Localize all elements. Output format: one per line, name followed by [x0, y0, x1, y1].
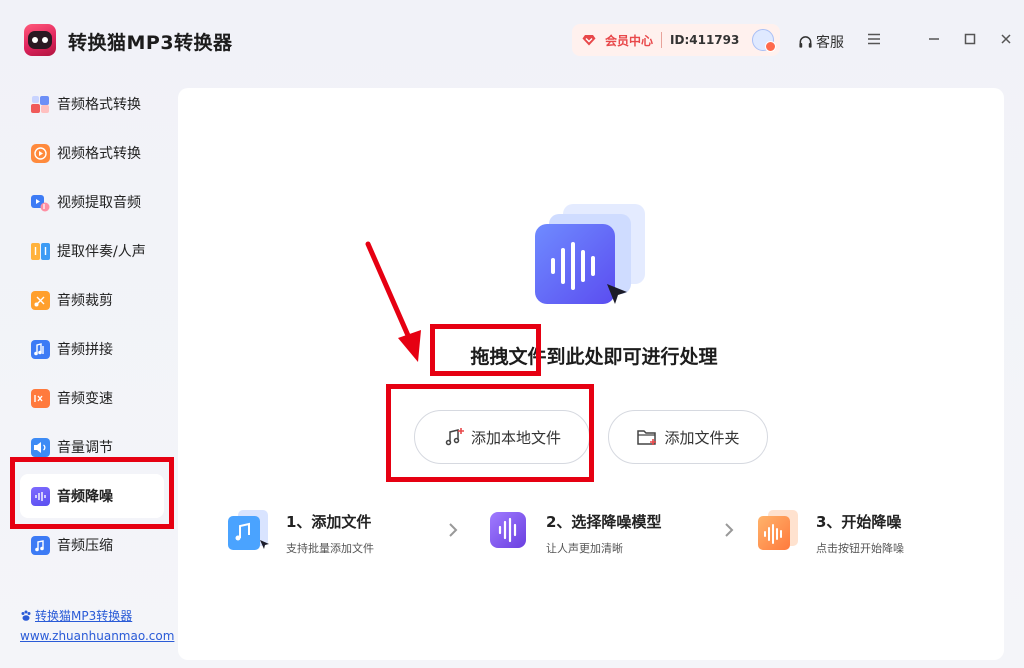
denoise-model-step-icon: [490, 512, 526, 548]
sidebar: 音频格式转换 视频格式转换 视频提取音频 提取伴奏/人声 音频裁剪 音频拼接 音…: [0, 80, 178, 668]
customer-service-button[interactable]: 客服: [798, 32, 844, 52]
audio-format-icon: [31, 95, 50, 114]
title-bar: 转换猫MP3转换器 会员中心 ID:411793 客服: [0, 0, 1024, 80]
app-title: 转换猫MP3转换器: [68, 32, 233, 54]
step-add-file: 1、添加文件 支持批量添加文件: [226, 508, 374, 556]
close-icon[interactable]: [997, 30, 1015, 48]
add-folder-button[interactable]: 添加文件夹: [608, 410, 768, 464]
sidebar-item-audio-join[interactable]: 音频拼接: [20, 327, 164, 371]
brand-link[interactable]: 转换猫MP3转换器: [20, 607, 174, 624]
volume-icon: [31, 437, 50, 457]
drop-zone[interactable]: 拖拽文件到此处即可进行处理 添加本地文件 添加文件夹 1、添加文件 支持批量添加…: [178, 88, 1004, 660]
add-folder-icon: [637, 430, 657, 445]
menu-icon[interactable]: [865, 30, 883, 48]
speed-icon: [31, 388, 50, 408]
sidebar-item-speed[interactable]: 音频变速: [20, 376, 164, 420]
user-id: ID:411793: [670, 33, 740, 47]
minimize-icon[interactable]: [925, 30, 943, 48]
sidebar-item-extract-audio[interactable]: 视频提取音频: [20, 180, 164, 224]
sidebar-item-label: 提取伴奏/人声: [57, 244, 146, 260]
compress-icon: [31, 535, 50, 555]
headset-icon: [799, 35, 812, 48]
sidebar-item-label: 视频提取音频: [57, 195, 141, 211]
sidebar-item-label: 音频裁剪: [57, 293, 113, 309]
sidebar-footer: 转换猫MP3转换器 www.zhuanhuanmao.com: [20, 607, 174, 643]
chevron-right-icon: [725, 523, 734, 537]
sidebar-item-label: 音频拼接: [57, 342, 113, 358]
sidebar-item-label: 音频压缩: [57, 538, 113, 554]
paw-icon: [21, 610, 31, 621]
sidebar-item-compress[interactable]: 音频压缩: [20, 523, 164, 567]
brand-link-label[interactable]: 转换猫MP3转换器: [35, 607, 132, 624]
step-desc: 点击按钮开始降噪: [816, 542, 904, 555]
sidebar-item-video-format[interactable]: 视频格式转换: [20, 131, 164, 175]
sidebar-item-audio-cut[interactable]: 音频裁剪: [20, 278, 164, 322]
steps-row: 1、添加文件 支持批量添加文件 2、选择降噪模型 让人声更加清晰 3、开始降噪 …: [178, 508, 1004, 568]
cat-logo-icon: [24, 24, 56, 56]
service-label: 客服: [816, 35, 844, 51]
highlight-box-add-file: [386, 384, 594, 482]
step-desc: 支持批量添加文件: [286, 542, 374, 555]
step-title: 2、选择降噪模型: [546, 513, 662, 531]
add-file-step-icon: [228, 510, 269, 550]
step-start-denoise: 3、开始降噪 点击按钮开始降噪: [756, 508, 904, 556]
maximize-icon[interactable]: [961, 30, 979, 48]
vip-center-label[interactable]: 会员中心: [605, 32, 653, 49]
step-title: 3、开始降噪: [816, 513, 902, 531]
step-title: 1、添加文件: [286, 513, 372, 531]
step-choose-model: 2、选择降噪模型 让人声更加清晰: [486, 508, 661, 556]
diamond-icon: [582, 33, 596, 47]
vocal-split-icon: [31, 242, 50, 261]
drop-instruction: 拖拽文件到此处即可进行处理: [470, 346, 718, 368]
sidebar-item-vocal-split[interactable]: 提取伴奏/人声: [20, 229, 164, 273]
start-denoise-step-icon: [758, 510, 798, 550]
add-folder-label: 添加文件夹: [664, 428, 740, 447]
audio-cut-icon: [31, 290, 50, 310]
sidebar-item-audio-format[interactable]: 音频格式转换: [20, 82, 164, 126]
sidebar-item-label: 视频格式转换: [57, 146, 141, 162]
website-link[interactable]: www.zhuanhuanmao.com: [20, 629, 174, 643]
chevron-right-icon: [449, 523, 458, 537]
sidebar-item-label: 音频变速: [57, 391, 113, 407]
audio-file-drop-icon: [535, 204, 645, 304]
video-format-icon: [31, 143, 50, 163]
audio-join-icon: [31, 339, 50, 359]
divider: [661, 32, 663, 48]
extract-audio-icon: [31, 193, 50, 212]
user-avatar-icon[interactable]: [752, 29, 777, 52]
highlight-box-denoise: [10, 457, 174, 529]
sidebar-item-label: 音频格式转换: [57, 97, 141, 113]
step-desc: 让人声更加清晰: [546, 542, 623, 555]
sidebar-item-label: 音量调节: [57, 440, 113, 456]
member-center-pill[interactable]: 会员中心 ID:411793: [572, 24, 780, 56]
highlight-box-drag-text: [430, 324, 541, 376]
